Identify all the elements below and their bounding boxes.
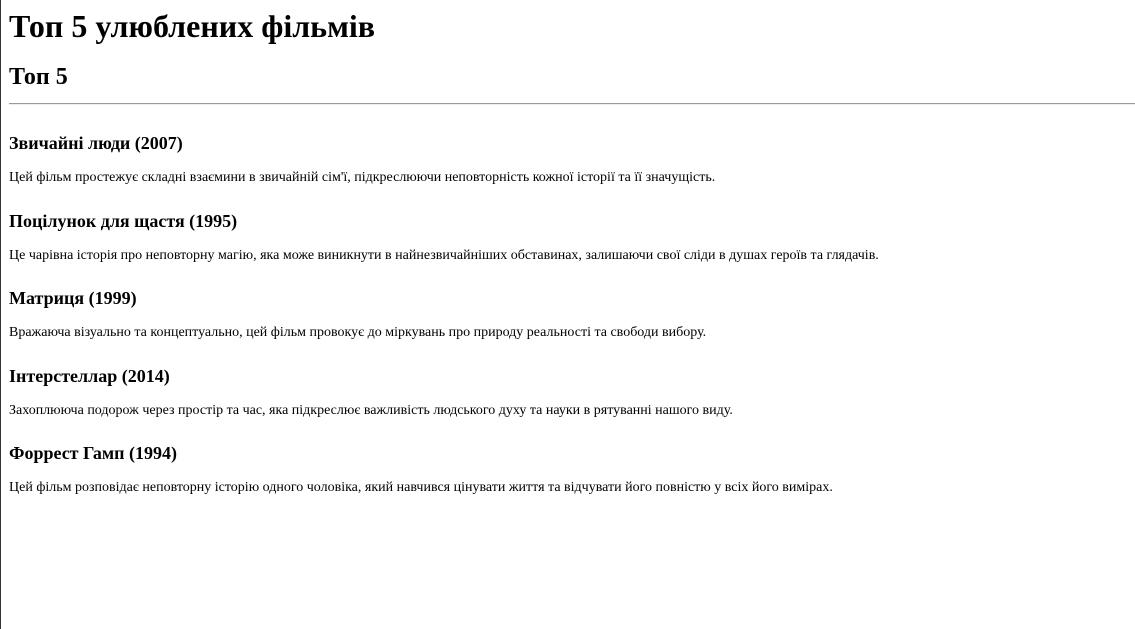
film-item: Поцілунок для щастя (1995) Це чарівна іс… [9, 209, 1135, 287]
page-subtitle: Топ 5 [9, 64, 68, 90]
film-description: Вражаюча візуально та концептуально, цей… [9, 325, 707, 340]
divider [9, 103, 1135, 105]
film-description: Цей фільм простежує складні взаємини в з… [9, 170, 716, 185]
film-item: Звичайні люди (2007) Цей фільм простежує… [9, 131, 1135, 209]
film-title: Звичайні люди (2007) [9, 133, 183, 153]
film-title: Форрест Гамп (1994) [9, 443, 178, 463]
film-list: Звичайні люди (2007) Цей фільм простежує… [9, 131, 1135, 519]
film-title: Поцілунок для щастя (1995) [9, 210, 238, 231]
film-description: Це чарівна історія про неповторну магію,… [9, 247, 879, 263]
film-title: Матриця (1999) [9, 288, 137, 308]
film-description: Цей фільм розповідає неповторну історію … [9, 480, 833, 495]
window-left-border [0, 0, 1, 629]
film-item: Матриця (1999) Вражаюча візуально та кон… [9, 286, 1135, 364]
film-title: Інтерстеллар (2014) [9, 365, 170, 386]
page-title: Топ 5 улюблених фільмів [9, 8, 376, 44]
film-description: Захоплююча подорож через простір та час,… [9, 402, 733, 418]
film-item: Форрест Гамп (1994) Цей фільм розповідає… [9, 441, 1135, 519]
film-item: Інтерстеллар (2014) Захоплююча подорож ч… [9, 364, 1135, 442]
